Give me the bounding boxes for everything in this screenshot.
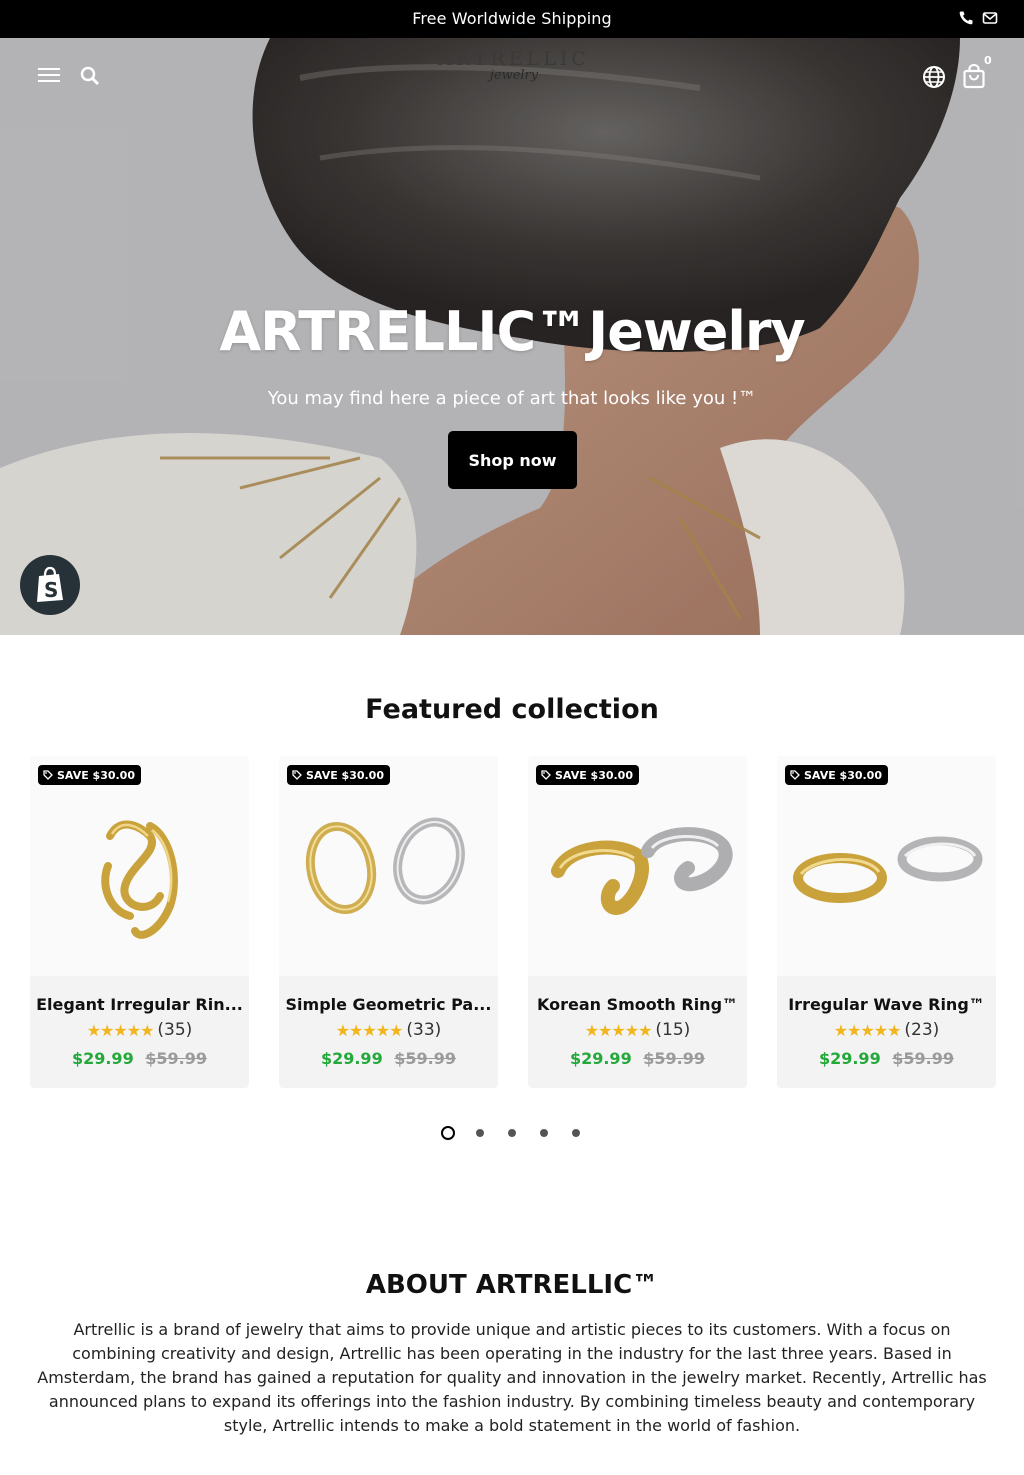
compare-price: $59.99 [145, 1049, 208, 1068]
star-rating-icon: ★★★★★ [833, 1020, 902, 1040]
about-text: Artrellic is a brand of jewelry that aim… [37, 1320, 987, 1435]
product-image[interactable] [30, 756, 249, 976]
save-badge: SAVE $30.00 [536, 765, 639, 785]
sale-price: $29.99 [818, 1049, 881, 1068]
product-name[interactable]: Simple Geometric Pa... [279, 995, 498, 1014]
mail-icon[interactable] [982, 10, 998, 30]
product-price: $29.99 $59.99 [777, 1049, 996, 1068]
hero-subtitle: You may find here a piece of art that lo… [267, 388, 757, 409]
product-card[interactable]: SAVE $30.00 Korean Smooth Ring™ ★★★★★ (1… [528, 756, 747, 1088]
carousel-pagination [440, 1126, 592, 1140]
compare-price: $59.99 [394, 1049, 457, 1068]
review-count: (15) [655, 1020, 691, 1040]
product-image[interactable] [777, 756, 996, 976]
product-name[interactable]: Korean Smooth Ring™ [528, 995, 747, 1014]
product-card[interactable]: SAVE $30.00 Irregular Wave Ring™ ★★★★★ (… [777, 756, 996, 1088]
compare-price: $59.99 [643, 1049, 706, 1068]
pagination-dot[interactable] [540, 1129, 548, 1137]
shop-now-button[interactable]: Shop now [448, 431, 577, 489]
cart-bag-icon[interactable] [962, 63, 986, 89]
product-rating: ★★★★★ (23) [777, 1020, 996, 1040]
cart-count: 0 [984, 54, 992, 67]
product-card[interactable]: SAVE $30.00 Simple Geometric Pa... ★★★★★… [279, 756, 498, 1088]
pagination-dot[interactable] [508, 1129, 516, 1137]
pagination-dot[interactable] [441, 1126, 455, 1140]
menu-icon[interactable] [38, 67, 60, 83]
review-count: (35) [157, 1020, 193, 1040]
about-title: ABOUT ARTRELLIC™ [365, 1270, 659, 1300]
product-rating: ★★★★★ (35) [30, 1020, 249, 1040]
phone-icon[interactable] [958, 10, 974, 30]
save-badge-text: SAVE $30.00 [555, 768, 633, 782]
product-name[interactable]: Elegant Irregular Rin... [30, 995, 249, 1014]
shopify-badge[interactable]: S [20, 555, 80, 615]
product-name[interactable]: Irregular Wave Ring™ [777, 995, 996, 1014]
save-badge-text: SAVE $30.00 [57, 768, 135, 782]
pagination-dot[interactable] [572, 1129, 580, 1137]
shopify-bag-icon: S [37, 566, 63, 602]
star-rating-icon: ★★★★★ [86, 1020, 155, 1040]
pagination-dot[interactable] [476, 1129, 484, 1137]
brand-logo[interactable]: ARTRELLIC jewelry [434, 46, 594, 106]
save-badge: SAVE $30.00 [785, 765, 888, 785]
tag-icon [790, 770, 800, 780]
product-price: $29.99 $59.99 [30, 1049, 249, 1068]
product-price: $29.99 $59.99 [279, 1049, 498, 1068]
sale-price: $29.99 [71, 1049, 134, 1068]
hero-title: ARTRELLIC™Jewelry [219, 300, 805, 363]
compare-price: $59.99 [892, 1049, 955, 1068]
save-badge-text: SAVE $30.00 [804, 768, 882, 782]
globe-icon[interactable] [922, 65, 946, 89]
star-rating-icon: ★★★★★ [335, 1020, 404, 1040]
tag-icon [292, 770, 302, 780]
search-icon[interactable] [79, 65, 101, 87]
product-image[interactable] [528, 756, 747, 976]
logo-wordmark: ARTRELLIC [438, 48, 590, 70]
product-rating: ★★★★★ (33) [279, 1020, 498, 1040]
star-rating-icon: ★★★★★ [584, 1020, 653, 1040]
logo-script: jewelry [489, 68, 539, 83]
announcement-bar: Free Worldwide Shipping [0, 0, 1024, 38]
tag-icon [43, 770, 53, 780]
sale-price: $29.99 [320, 1049, 383, 1068]
featured-collection-title: Featured collection [365, 694, 659, 725]
product-card[interactable]: SAVE $30.00 Elegant Irregular Rin... ★★★… [30, 756, 249, 1088]
review-count: (33) [406, 1020, 442, 1040]
product-image[interactable] [279, 756, 498, 976]
review-count: (23) [904, 1020, 940, 1040]
tag-icon [541, 770, 551, 780]
svg-text:S: S [44, 578, 58, 602]
announcement-text: Free Worldwide Shipping [412, 9, 612, 28]
hero-banner: ARTRELLIC jewelry 0 ARTRELLIC™Jewelry Yo… [0, 38, 1024, 635]
product-rating: ★★★★★ (15) [528, 1020, 747, 1040]
save-badge: SAVE $30.00 [38, 765, 141, 785]
product-price: $29.99 $59.99 [528, 1049, 747, 1068]
save-badge-text: SAVE $30.00 [306, 768, 384, 782]
save-badge: SAVE $30.00 [287, 765, 390, 785]
sale-price: $29.99 [569, 1049, 632, 1068]
